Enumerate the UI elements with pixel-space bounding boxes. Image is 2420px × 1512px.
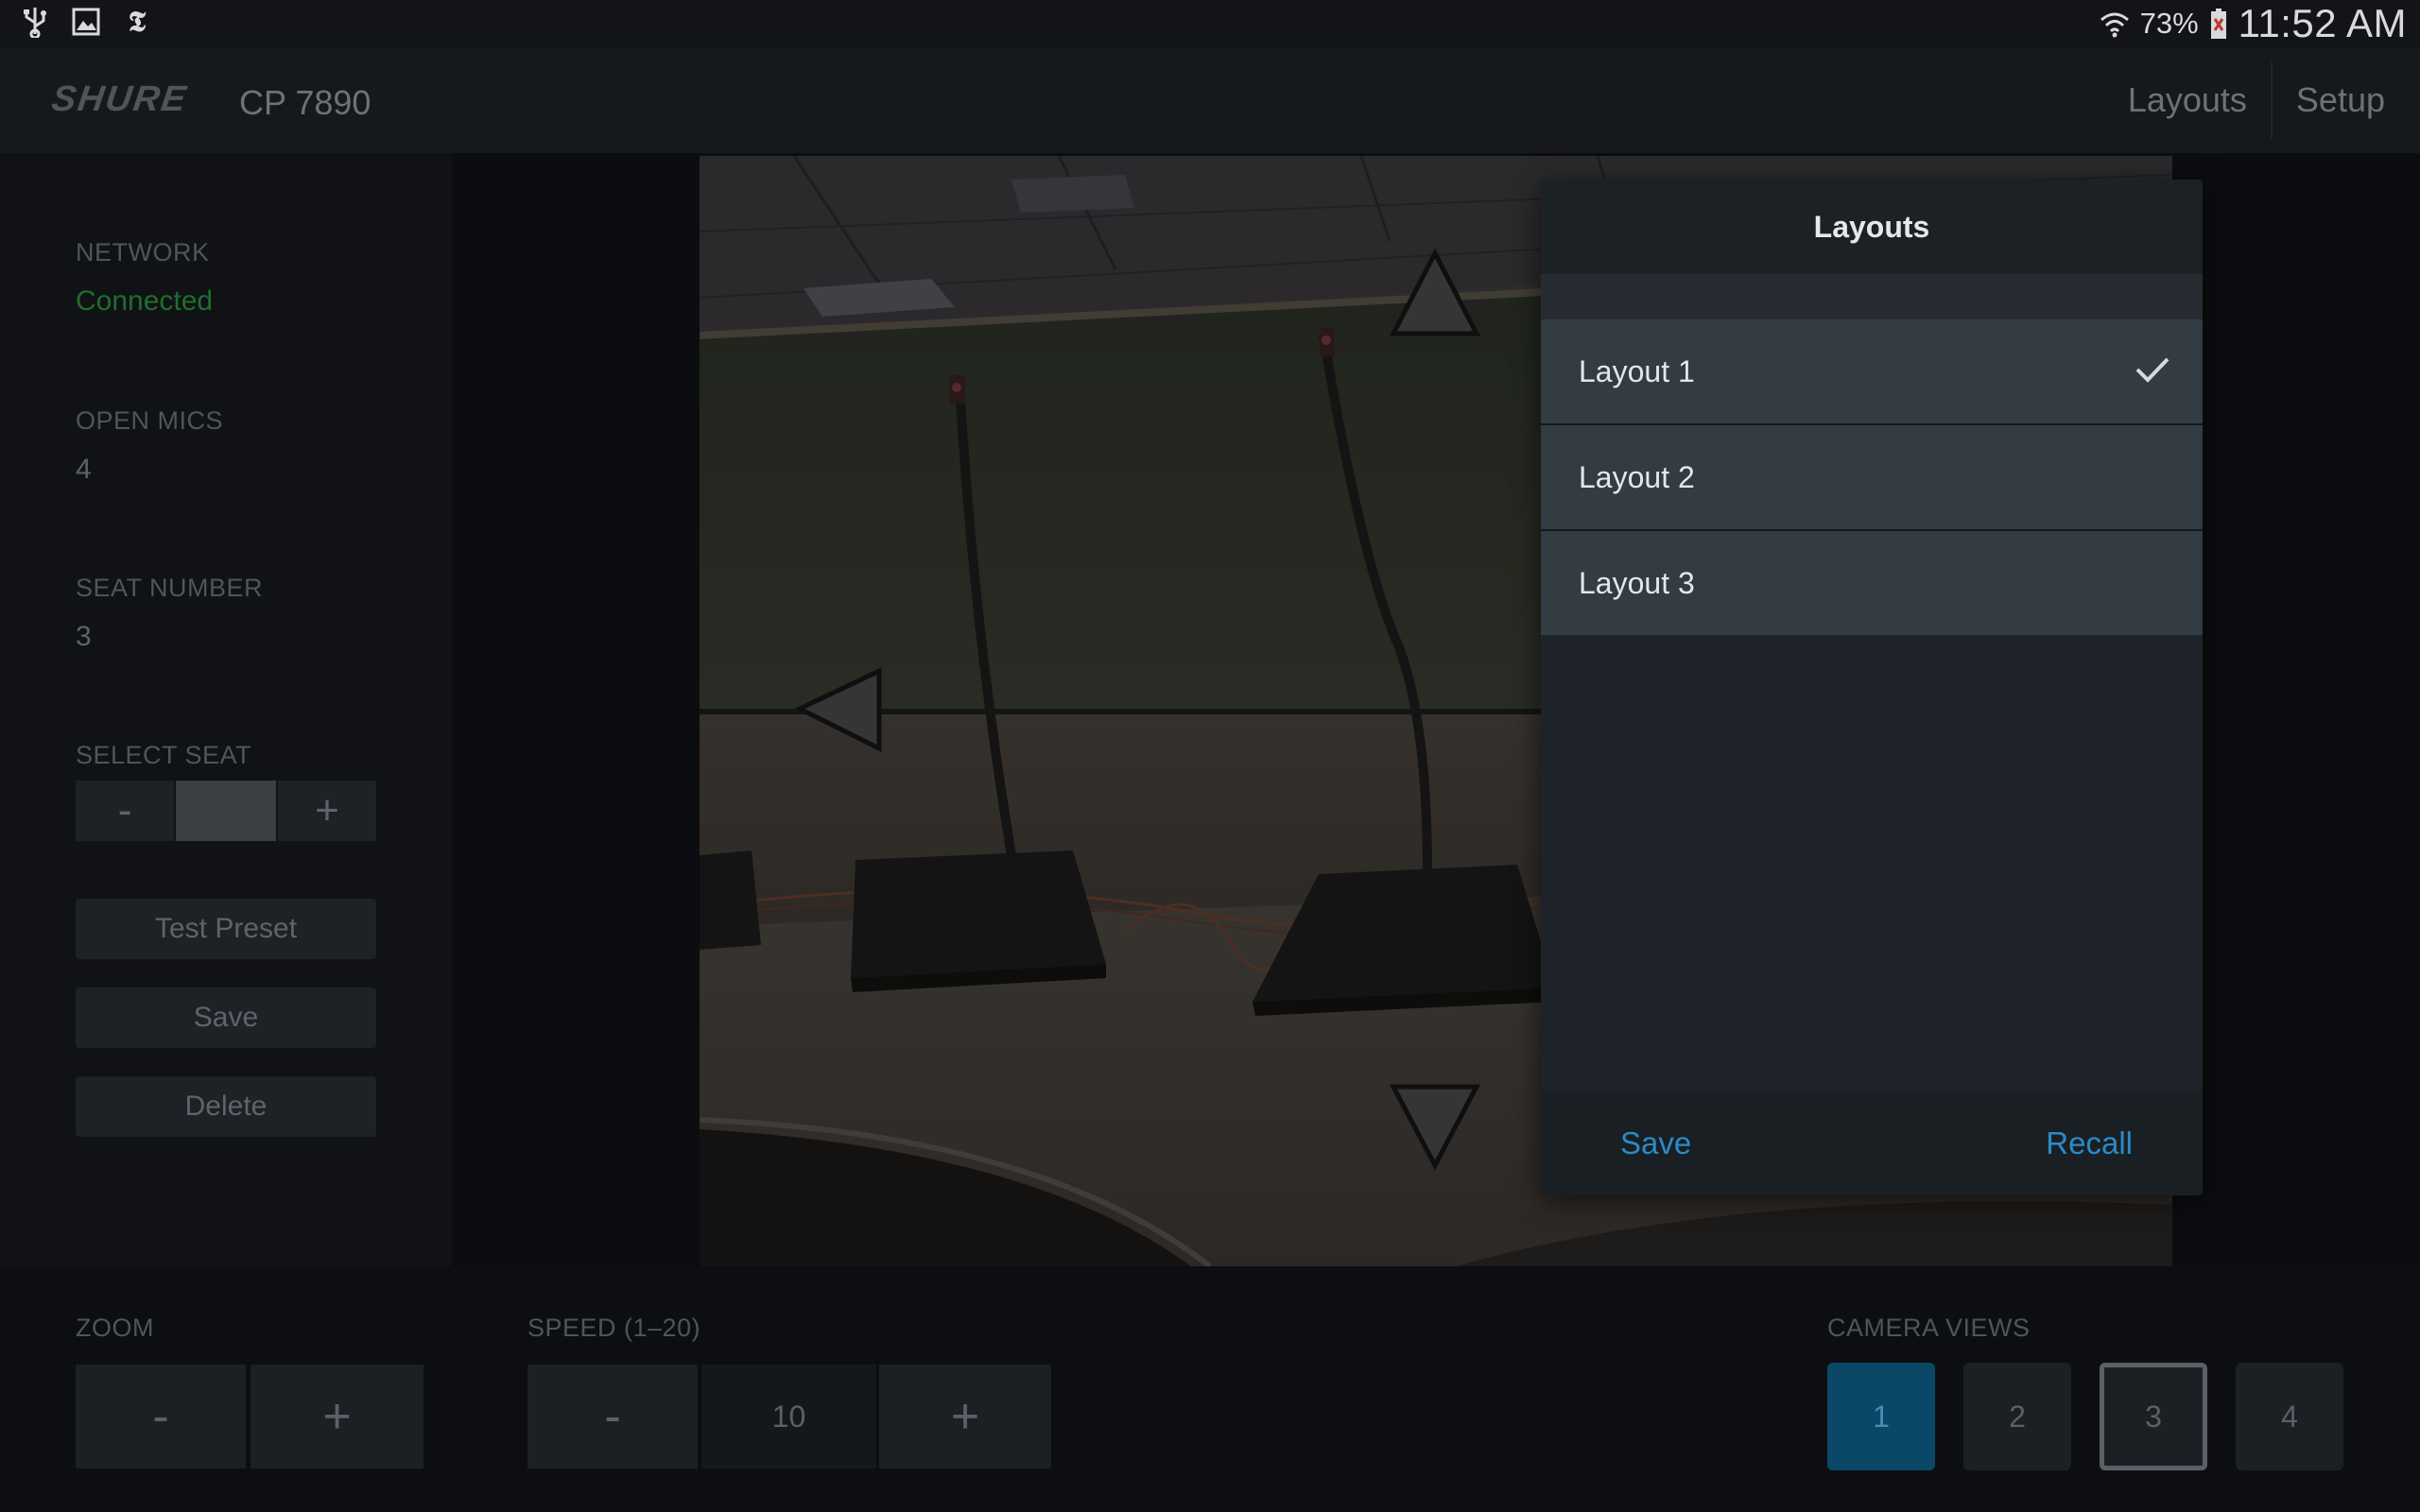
camera-view-1-button[interactable]: 1 [1827,1363,1935,1470]
popup-subheader [1541,274,2203,319]
layout-item-label: Layout 3 [1579,565,1695,600]
seat-number-label: SEAT NUMBER [76,574,264,602]
speed-decrease-button[interactable]: - [527,1365,698,1469]
popup-title: Layouts [1541,180,2203,274]
zoom-out-button[interactable]: - [76,1365,246,1469]
seat-increment-button[interactable]: + [277,781,377,841]
zoom-label: ZOOM [76,1314,154,1342]
seat-decrement-button[interactable]: - [76,781,175,841]
seat-number-value: 3 [76,621,92,652]
battery-icon [2208,8,2229,40]
network-status: Connected [76,285,214,317]
test-preset-button[interactable]: Test Preset [76,899,376,959]
popup-save-button[interactable]: Save [1620,1091,1691,1195]
delete-button[interactable]: Delete [76,1076,376,1137]
nav-layouts[interactable]: Layouts [2104,72,2271,129]
layout-item-3[interactable]: Layout 3 [1541,531,2203,635]
status-bar: 𝕿 73% 11:52 AM [0,0,2420,47]
image-icon [70,6,102,38]
camera-view-2-button[interactable]: 2 [1963,1363,2071,1470]
speed-value: 10 [701,1365,876,1469]
speed-increase-button[interactable]: + [879,1365,1051,1469]
popup-footer: Save Recall [1541,1091,2203,1195]
brand-logo: SHURE [49,79,191,119]
seat-value-field[interactable] [176,781,276,841]
layout-item-1[interactable]: Layout 1 [1541,319,2203,423]
speed-label: SPEED (1–20) [527,1314,701,1342]
open-mics-value: 4 [76,454,92,485]
check-icon [2135,355,2170,388]
wifi-icon [2099,8,2131,40]
select-seat-label: SELECT SEAT [76,741,252,769]
battery-percent: 73% [2139,7,2199,40]
bottom-controls: ZOOM - + SPEED (1–20) - 10 + CAMERA VIEW… [0,1266,2420,1512]
network-label: NETWORK [76,238,210,266]
popup-recall-button[interactable]: Recall [2046,1091,2133,1195]
open-mics-label: OPEN MICS [76,406,224,435]
save-button[interactable]: Save [76,988,376,1048]
app-header: SHURE CP 7890 Layouts Setup [0,47,2420,153]
camera-view-3-button[interactable]: 3 [2100,1363,2207,1470]
model-name: CP 7890 [239,83,372,122]
top-nav: Layouts Setup [2104,47,2409,153]
camera-view-4-button[interactable]: 4 [2236,1363,2343,1470]
seat-stepper: - + [76,781,377,841]
layouts-popup: Layouts Layout 1 Layout 2 Layout 3 Save … [1541,180,2203,1195]
layout-item-label: Layout 2 [1579,459,1695,494]
nav-setup[interactable]: Setup [2273,72,2409,129]
clock: 11:52 AM [2238,1,2407,45]
camera-views-label: CAMERA VIEWS [1827,1314,2031,1342]
layout-item-label: Layout 1 [1579,353,1695,388]
layout-item-2[interactable]: Layout 2 [1541,425,2203,529]
nytimes-icon: 𝕿 [128,5,147,39]
sidebar: NETWORK Connected OPEN MICS 4 SEAT NUMBE… [0,153,452,1266]
zoom-in-button[interactable]: + [251,1365,424,1469]
usb-icon [19,6,51,38]
